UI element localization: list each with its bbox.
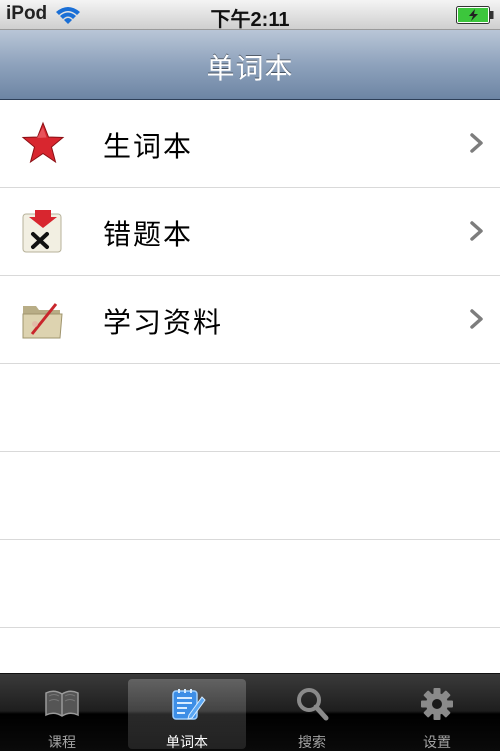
tab-label: 设置 (423, 735, 451, 751)
tab-label: 课程 (48, 735, 76, 751)
book-icon (45, 690, 79, 717)
folder-icon (22, 303, 63, 339)
status-time: 下午2:11 (210, 9, 290, 31)
status-bar: iPod 下午2:11 (0, 0, 500, 31)
search-icon (297, 688, 329, 721)
word-book-list: 生词本 错题本 学习资料 (0, 100, 500, 673)
gear-icon (421, 688, 453, 720)
list-item-label: 生词本 (103, 130, 194, 163)
battery-icon (456, 6, 494, 24)
empty-row (0, 540, 500, 628)
tab-search[interactable]: 搜索 (253, 679, 371, 751)
tab-word-book[interactable]: 单词本 (128, 679, 246, 751)
tab-settings[interactable]: 设置 (378, 679, 496, 751)
list-item-new-words[interactable]: 生词本 (0, 100, 500, 188)
tab-courses[interactable]: 课程 (3, 679, 121, 751)
navigation-bar: 单词本 (0, 30, 500, 100)
tab-bar: 课程 单词本 搜索 设置 (0, 673, 500, 751)
chevron-right-icon (470, 133, 483, 153)
wrong-mark-icon (22, 210, 62, 253)
tab-label: 搜索 (298, 735, 326, 751)
empty-row (0, 452, 500, 540)
list-item-label: 学习资料 (103, 306, 224, 339)
notepad-icon (172, 689, 206, 720)
list-item-wrong-answers[interactable]: 错题本 (0, 188, 500, 276)
list-item-study-materials[interactable]: 学习资料 (0, 276, 500, 364)
chevron-right-icon (470, 309, 483, 329)
star-icon (21, 121, 65, 164)
list-item-label: 错题本 (103, 218, 194, 251)
page-title: 单词本 (206, 52, 294, 85)
empty-row (0, 364, 500, 452)
tab-label: 单词本 (166, 735, 208, 751)
chevron-right-icon (470, 221, 483, 241)
